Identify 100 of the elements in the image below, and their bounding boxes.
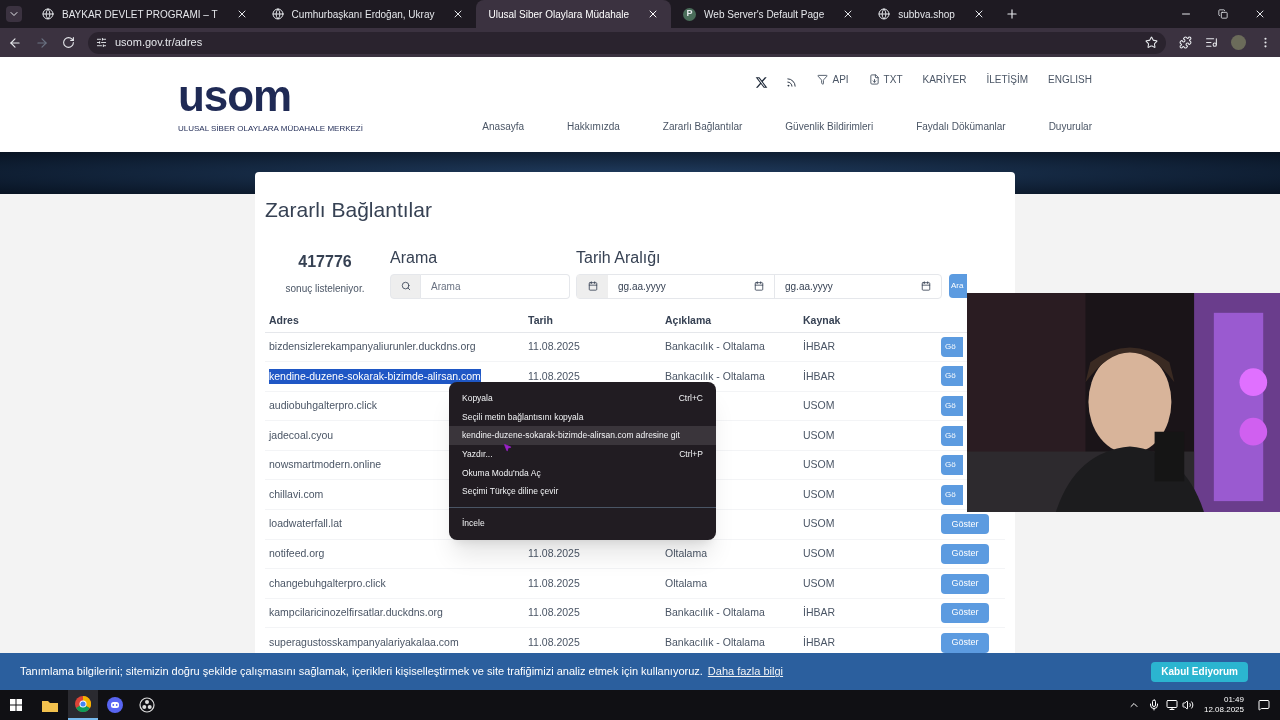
table-cell: USOM [803, 398, 835, 414]
site-info-icon[interactable] [96, 37, 107, 48]
browser-tab[interactable]: subbva.shop [866, 0, 997, 28]
top-link[interactable]: KARİYER [922, 71, 967, 87]
table-cell[interactable]: jadecoal.cyou [269, 427, 334, 444]
nav-link[interactable]: Anasayfa [482, 119, 525, 134]
table-cell-text: İHBAR [803, 634, 836, 650]
column-header: Tarih [524, 309, 661, 333]
table-cell: İHBAR [803, 605, 836, 621]
x-logo-icon[interactable] [755, 75, 769, 89]
mouse-pointer-icon [503, 443, 512, 452]
browser-tab[interactable]: Ulusal Siber Olaylara Müdahale [476, 0, 672, 28]
volume-icon[interactable] [1181, 699, 1194, 711]
restore-icon[interactable] [1218, 9, 1228, 19]
cookie-text: Tanımlama bilgilerini; sitemizin doğru şekilde çalışmasını sağlamak, içerikleri kişiselleştirmek ve site trafiğimizi analiz etmek için kullanıyoruz. [20, 664, 703, 680]
table-cell-text: USOM [803, 575, 835, 591]
nav-link[interactable]: Güvenlik Bildirimleri [785, 119, 874, 134]
bookmark-icon[interactable] [1145, 36, 1158, 49]
media-icon[interactable] [1205, 36, 1218, 49]
menu-item[interactable]: Yazdır... Ctrl+P [449, 445, 716, 464]
table-cell: 11.08.2025 [528, 605, 580, 621]
tab-title: Web Server's Default Page [704, 7, 825, 22]
windows-start-icon[interactable] [10, 699, 22, 711]
table-cell-text: Bankacılık - Oltalama [665, 338, 765, 354]
nav-link[interactable]: Faydalı Dökümanlar [916, 119, 1006, 134]
menu-item[interactable]: Kopyala Ctrl+C [449, 389, 716, 408]
menu-item[interactable]: Okuma Modu'nda Aç [449, 463, 716, 483]
back-icon[interactable] [8, 35, 22, 50]
browser-tab[interactable]: Cumhurbaşkanı Erdoğan, Ukray [259, 0, 477, 28]
clock-time[interactable]: 01:49 [1223, 695, 1244, 705]
reload-icon[interactable] [62, 36, 75, 49]
download-icon[interactable] [868, 73, 880, 85]
table-cell-text: 11.08.2025 [528, 368, 580, 384]
obs-icon[interactable] [139, 697, 155, 713]
nav-link[interactable]: Hakkımızda [567, 119, 620, 134]
calendar-icon[interactable] [921, 281, 931, 291]
microphone-icon[interactable] [1147, 699, 1160, 711]
favicon-icon: P [683, 7, 697, 21]
nav-link[interactable]: Duyurular [1048, 119, 1092, 134]
calendar-icon[interactable] [754, 281, 764, 291]
tab-title: subbva.shop [898, 7, 955, 22]
search-field[interactable]: Arama [421, 273, 570, 299]
table-cell[interactable]: chillavi.com [269, 486, 324, 503]
browser-tab[interactable]: BAYKAR DEVLET PROGRAMI – T [30, 0, 260, 28]
top-link[interactable]: TXT [883, 71, 903, 87]
top-link[interactable]: İLETİŞİM [986, 71, 1029, 87]
date-range-field[interactable]: gg.aa.yyyy gg.aa.yyyy [576, 273, 942, 299]
extensions-icon[interactable] [1179, 36, 1192, 49]
address-bar[interactable]: usom.gov.tr/adres [88, 31, 1166, 54]
clock-date[interactable]: 12.08.2025 [1203, 705, 1244, 715]
discord-icon[interactable] [107, 697, 123, 713]
table-cell[interactable]: notifeed.org [269, 546, 325, 562]
table-cell[interactable]: nowsmartmodern.online [269, 457, 382, 474]
forward-icon[interactable] [35, 35, 49, 50]
globe-icon [878, 8, 891, 20]
menu-item[interactable]: İncele [449, 514, 716, 533]
globe-icon [271, 8, 284, 20]
menu-item[interactable]: Seçili metin bağlantısını kopyala [449, 407, 716, 427]
logo-wordmark[interactable]: usom [178, 69, 291, 123]
new-tab-icon[interactable] [1004, 7, 1019, 21]
column-header: Kaynak [799, 309, 937, 333]
menu-item[interactable]: kendine-duzene-sokarak-bizimde-alirsan.com adresine git [449, 426, 716, 446]
table-cell[interactable]: superagustosskampanyalariyakalaa.com [269, 634, 459, 651]
folder-icon[interactable] [42, 698, 58, 712]
table-cell: 11.08.2025 [528, 546, 580, 562]
filter-icon[interactable] [817, 73, 829, 85]
tab-title: Cumhurbaşkanı Erdoğan, Ukray [291, 7, 435, 22]
menu-item[interactable]: Seçimi Türkçe diline çevir [449, 482, 716, 502]
table-cell-text: Bankacılık - Oltalama [665, 634, 765, 650]
nav-link[interactable]: Zararlı Bağlantılar [662, 119, 743, 134]
result-label: sonuç listeleniyor. [285, 281, 365, 296]
search-label: Arama [390, 247, 439, 268]
table-cell[interactable]: kendine-duzene-sokarak-bizimde-alirsan.com [269, 368, 481, 385]
top-link[interactable]: API [832, 71, 849, 87]
browser-tab[interactable]: P Web Server's Default Page [671, 0, 867, 28]
url-text: usom.gov.tr/adres [115, 35, 203, 51]
table-cell[interactable]: bizdensizlerekampanyaliurunler.duckdns.org [269, 338, 476, 355]
table-cell[interactable]: audiobuhgalterpro.click [269, 398, 377, 414]
network-icon[interactable] [1165, 699, 1178, 711]
date-range-label: Tarih Aralığı [576, 247, 662, 268]
table-cell-text: USOM [803, 457, 835, 473]
table-cell-text: İHBAR [803, 338, 836, 354]
chrome-icon[interactable] [75, 696, 91, 712]
page-title: Zararlı Bağlantılar [265, 197, 433, 223]
tab-list-button[interactable] [6, 6, 22, 22]
tab-title: Ulusal Siber Olaylara Müdahale [488, 7, 630, 22]
table-cell[interactable]: changebuhgalterpro.click [269, 575, 386, 592]
close-icon[interactable] [1254, 8, 1266, 20]
table-cell[interactable]: loadwaterfall.lat [269, 516, 342, 533]
rss-icon[interactable] [786, 76, 798, 88]
top-link[interactable]: ENGLISH [1048, 71, 1092, 87]
table-cell: USOM [803, 546, 835, 562]
table-cell[interactable]: kampcilaricinozelfirsatlar.duckdns.org [269, 605, 443, 621]
table-cell: Bankacılık - Oltalama [665, 605, 765, 621]
column-header: Açıklama [661, 309, 799, 333]
tab-title: BAYKAR DEVLET PROGRAMI – T [62, 7, 218, 22]
more-info-link[interactable]: Daha fazla bilgi [707, 663, 784, 680]
search-icon [400, 281, 411, 291]
notifications-icon[interactable] [1258, 699, 1270, 711]
table-cell-text: Bankacılık - Oltalama [665, 368, 765, 384]
